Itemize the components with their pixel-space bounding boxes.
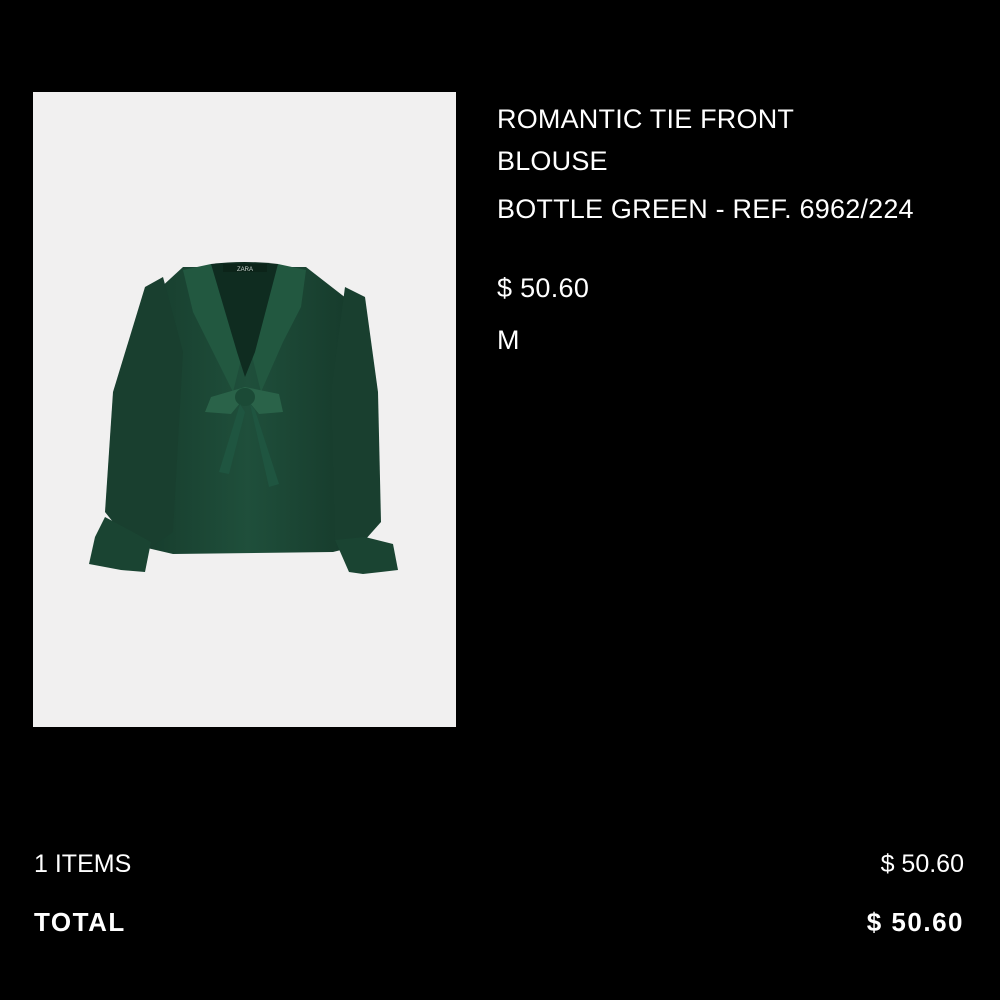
- total-price: $ 50.60: [866, 907, 964, 937]
- cart-page: ZARA ROMANTIC TIE FRONT BLOUSE BOTTLE GR…: [0, 0, 1000, 1000]
- items-subtotal: $ 50.60: [880, 850, 964, 878]
- product-title[interactable]: ROMANTIC TIE FRONT BLOUSE: [497, 98, 857, 182]
- product-color-ref: BOTTLE GREEN - REF. 6962/224: [497, 194, 914, 224]
- product-price: $ 50.60: [497, 273, 590, 303]
- product-details: ROMANTIC TIE FRONT BLOUSE BOTTLE GREEN -…: [497, 98, 977, 356]
- total-row: TOTAL $ 50.60: [34, 907, 964, 938]
- items-count: 1 ITEMS: [34, 850, 132, 878]
- blouse-image: ZARA: [89, 262, 398, 574]
- product-size: M: [497, 325, 520, 355]
- total-label: TOTAL: [34, 907, 126, 937]
- items-summary-row: 1 ITEMS $ 50.60: [34, 850, 964, 879]
- product-image[interactable]: ZARA: [33, 92, 456, 727]
- brand-label: ZARA: [237, 267, 253, 273]
